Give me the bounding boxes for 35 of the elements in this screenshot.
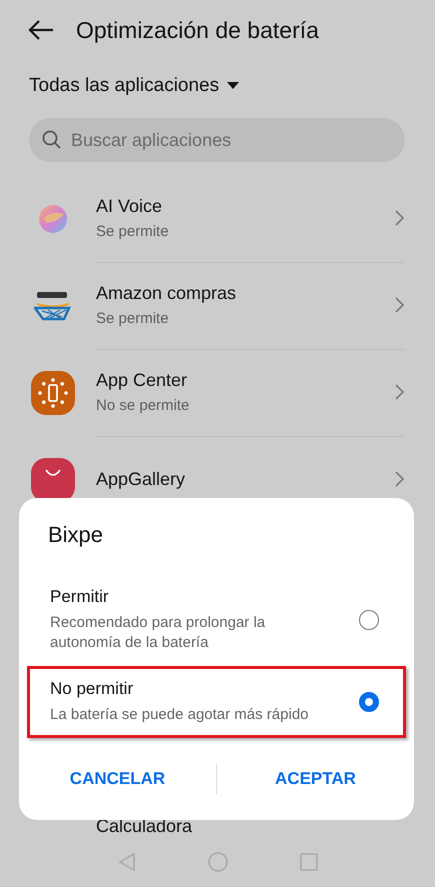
app-status: Se permite	[96, 310, 170, 327]
app-status: Se permite	[96, 223, 170, 240]
app-name: AppGallery	[96, 468, 186, 490]
app-name: AI Voice	[96, 196, 164, 217]
option-label: No permitir	[50, 679, 134, 699]
page-title: Optimización de batería	[76, 16, 319, 44]
shopping-cart-icon	[34, 290, 72, 322]
dialog-title: Bixpe	[48, 522, 104, 548]
orb-icon	[38, 204, 68, 234]
filter-dropdown[interactable]: Todas las aplicaciones	[29, 75, 220, 97]
app-name: App Center	[96, 370, 188, 391]
highlighted-option[interactable]: No permitir La batería se puede agotar más rápido	[27, 666, 406, 738]
back-arrow-icon[interactable]	[28, 19, 54, 41]
option-description: Recomendado para prolongar la autonomía de la batería	[50, 613, 266, 653]
search-icon	[42, 130, 62, 150]
option-description: La batería se puede agotar más rápido	[50, 705, 310, 725]
app-name: Amazon compras	[96, 283, 238, 304]
chevron-right-icon	[395, 210, 405, 226]
search-field[interactable]: Buscar aplicaciones	[29, 118, 405, 162]
app-list-item[interactable]: Amazon compras Se permite	[96, 262, 405, 350]
option-row[interactable]: Permitir Recomendado para prolongar la autonomía de la batería	[27, 574, 406, 666]
app-center-icon	[31, 370, 75, 414]
chevron-right-icon	[395, 297, 405, 313]
dialog-button[interactable]: ACEPTAR	[217, 761, 414, 797]
radio-button[interactable]	[359, 610, 379, 630]
app-list-item[interactable]: App Center No se permite	[96, 348, 405, 436]
dialog-button[interactable]: CANCELAR	[19, 761, 216, 797]
chevron-right-icon	[395, 384, 405, 400]
app-name: Calculadora	[96, 816, 192, 837]
radio-button[interactable]	[359, 692, 379, 712]
option-label: Permitir	[50, 587, 110, 607]
caret-icon[interactable]	[227, 82, 240, 90]
app-list-item[interactable]: AI Voice Se permite	[96, 174, 405, 262]
chevron-right-icon	[395, 471, 405, 487]
app-status: No se permite	[96, 397, 190, 414]
